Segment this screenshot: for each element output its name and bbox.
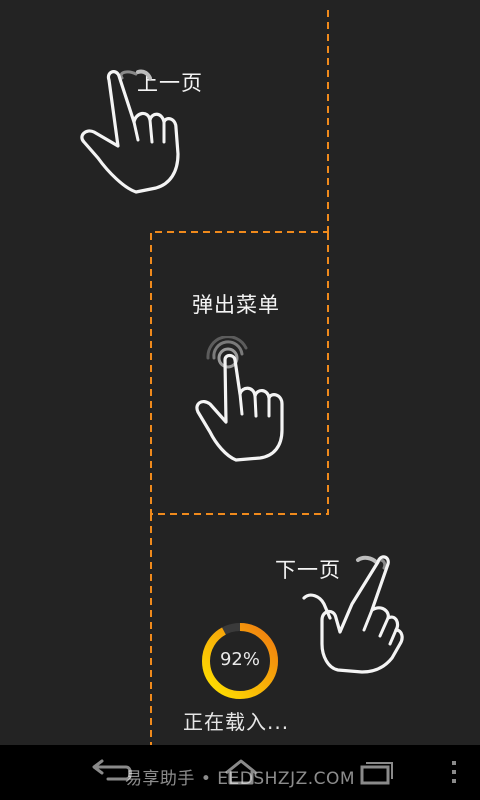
swipe-down-hand-icon: [302, 555, 404, 674]
swipe-up-hand-icon: [80, 69, 180, 194]
loading-percent: 92%: [219, 649, 260, 670]
loading-status-text: 正在载入...: [183, 710, 290, 734]
reading-guide-overlay: 上一页 弹出菜单 下一页 92% 正在载入...: [0, 0, 480, 745]
loading-progress-ring: 92%: [199, 620, 281, 702]
watermark-text: 易享助手 • EEDSHZJZ.COM: [124, 769, 356, 789]
menu-label: 弹出菜单: [192, 293, 280, 317]
tap-hand-icon: [195, 336, 284, 462]
